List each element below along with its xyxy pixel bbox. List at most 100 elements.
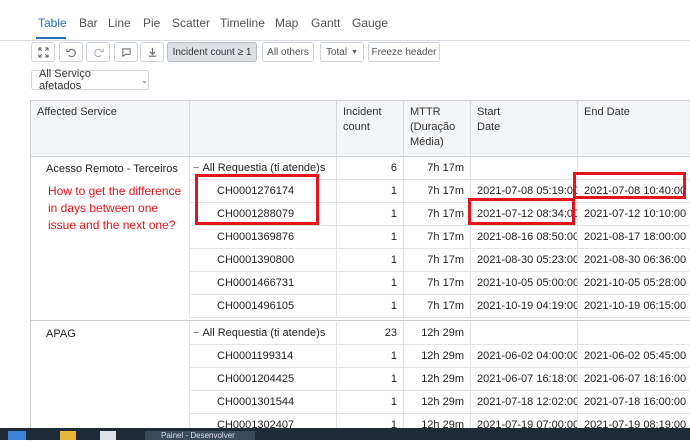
incident-mttr: 7h 17m (404, 180, 471, 203)
header-mttr[interactable]: MTTR (Duração Média) (404, 101, 471, 157)
tab-scatter[interactable]: Scatter (172, 16, 210, 30)
redo-button[interactable] (86, 42, 110, 62)
group-incident-count: 6 (337, 157, 404, 180)
incident-mttr: 7h 17m (404, 295, 471, 318)
group-name: APAG (31, 322, 190, 345)
taskbar-browser-window[interactable]: Painel - Desenvolver (145, 431, 255, 440)
chevron-down-icon: ⌄ (141, 75, 148, 85)
incident-end-date: 2021-06-02 05:45:00 (578, 345, 690, 368)
chart-type-tabs: Table Bar Line Pie Scatter Timeline Map … (0, 0, 690, 41)
table-toolbar: Incident count ≥ 1 All others Total ▼ Fr… (0, 42, 690, 64)
group-name-spacer (31, 249, 190, 272)
incident-count: 1 (337, 391, 404, 414)
incident-end-date: 2021-06-07 18:16:00 (578, 368, 690, 391)
group-name: Acesso Remoto - Terceiros (31, 157, 190, 180)
incident-count: 1 (337, 368, 404, 391)
tab-table[interactable]: Table (38, 16, 67, 30)
highlight-end-date (573, 172, 686, 199)
store-icon[interactable] (100, 431, 116, 440)
download-icon (148, 47, 156, 57)
undo-icon (65, 48, 76, 57)
tab-pie[interactable]: Pie (143, 16, 160, 30)
subgroup-label: All Requestia (ti atende)s (202, 162, 326, 174)
windows-start-icon[interactable] (8, 431, 26, 440)
tab-gauge[interactable]: Gauge (352, 16, 388, 30)
incident-mttr: 7h 17m (404, 226, 471, 249)
incident-mttr: 12h 29m (404, 345, 471, 368)
header-subitem (190, 101, 337, 157)
incident-count: 1 (337, 203, 404, 226)
incident-count-filter-button[interactable]: Incident count ≥ 1 (167, 42, 257, 62)
collapse-icon[interactable]: − (193, 162, 199, 174)
incident-mttr: 7h 17m (404, 203, 471, 226)
expand-icon (37, 46, 49, 58)
total-label: Total (325, 46, 348, 58)
highlight-incident-ids (195, 174, 319, 225)
incident-id[interactable]: CH0001369876 (190, 226, 337, 249)
tab-line[interactable]: Line (108, 16, 131, 30)
group-end-date (578, 322, 690, 345)
header-end-date[interactable]: End Date (578, 101, 690, 157)
incident-start-date: 2021-08-30 05:23:00 (471, 249, 578, 272)
header-incident-count[interactable]: Incident count (337, 101, 404, 157)
export-button[interactable] (140, 42, 164, 62)
incident-start-date: 2021-08-16 08:50:00 (471, 226, 578, 249)
group-name-spacer (31, 345, 190, 368)
group-divider (31, 320, 690, 321)
group-incident-count: 23 (337, 322, 404, 345)
all-others-button[interactable]: All others (262, 42, 314, 62)
freeze-header-button[interactable]: Freeze header (368, 42, 440, 62)
incident-end-date: 2021-08-17 18:00:00 (578, 226, 690, 249)
incident-mttr: 7h 17m (404, 272, 471, 295)
header-affected-service[interactable]: Affected Service (31, 101, 190, 157)
total-dropdown[interactable]: Total ▼ (320, 42, 364, 62)
incident-start-date: 2021-10-05 05:00:00 (471, 272, 578, 295)
incident-id[interactable]: CH0001204425 (190, 368, 337, 391)
incident-end-date: 2021-07-12 10:10:00 (578, 203, 690, 226)
incident-end-date: 2021-08-30 06:36:00 (578, 249, 690, 272)
tab-gantt[interactable]: Gantt (311, 16, 340, 30)
incident-start-date: 2021-06-02 04:00:00 (471, 345, 578, 368)
tab-map[interactable]: Map (275, 16, 298, 30)
service-filter-label: All Serviço afetados (39, 68, 91, 92)
incident-id[interactable]: CH0001496105 (190, 295, 337, 318)
active-tab-indicator (36, 37, 66, 39)
group-mttr: 12h 29m (404, 322, 471, 345)
highlight-start-date (468, 198, 575, 225)
group-mttr: 7h 17m (404, 157, 471, 180)
group-start-date (471, 157, 578, 180)
incident-id[interactable]: CH0001199314 (190, 345, 337, 368)
group-start-date (471, 322, 578, 345)
incident-count: 1 (337, 180, 404, 203)
incident-start-date: 2021-06-07 16:18:00 (471, 368, 578, 391)
incident-count: 1 (337, 295, 404, 318)
subgroup-label: All Requestia (ti atende)s (202, 327, 326, 339)
incident-end-date: 2021-10-19 06:15:00 (578, 295, 690, 318)
subgroup-header[interactable]: − All Requestia (ti atende)s (190, 322, 337, 345)
header-start-date[interactable]: Start Date (471, 101, 578, 157)
incident-end-date: 2021-07-18 16:00:00 (578, 391, 690, 414)
incident-id[interactable]: CH0001390800 (190, 249, 337, 272)
incident-count: 1 (337, 345, 404, 368)
incident-mttr: 7h 17m (404, 249, 471, 272)
service-filter-dropdown[interactable]: All Serviço afetados ⌄ (31, 68, 149, 92)
pivot-table: Affected Service Incident count MTTR (Du… (30, 100, 690, 441)
incident-start-date: 2021-07-18 12:02:00 (471, 391, 578, 414)
tab-timeline[interactable]: Timeline (220, 16, 265, 30)
incident-count: 1 (337, 249, 404, 272)
expand-button[interactable] (31, 42, 55, 62)
incident-id[interactable]: CH0001301544 (190, 391, 337, 414)
tab-bar[interactable]: Bar (79, 16, 98, 30)
incident-id[interactable]: CH0001466731 (190, 272, 337, 295)
comment-icon (121, 47, 131, 57)
undo-button[interactable] (59, 42, 83, 62)
incident-mttr: 12h 29m (404, 368, 471, 391)
collapse-icon[interactable]: − (193, 327, 199, 339)
folder-icon[interactable] (60, 431, 76, 440)
group-name-spacer (31, 272, 190, 295)
incident-end-date: 2021-10-05 05:28:00 (578, 272, 690, 295)
incident-start-date: 2021-10-19 04:19:00 (471, 295, 578, 318)
comment-button[interactable] (114, 42, 138, 62)
redo-icon (93, 48, 104, 57)
question-annotation: How to get the difference in days betwee… (48, 184, 182, 232)
